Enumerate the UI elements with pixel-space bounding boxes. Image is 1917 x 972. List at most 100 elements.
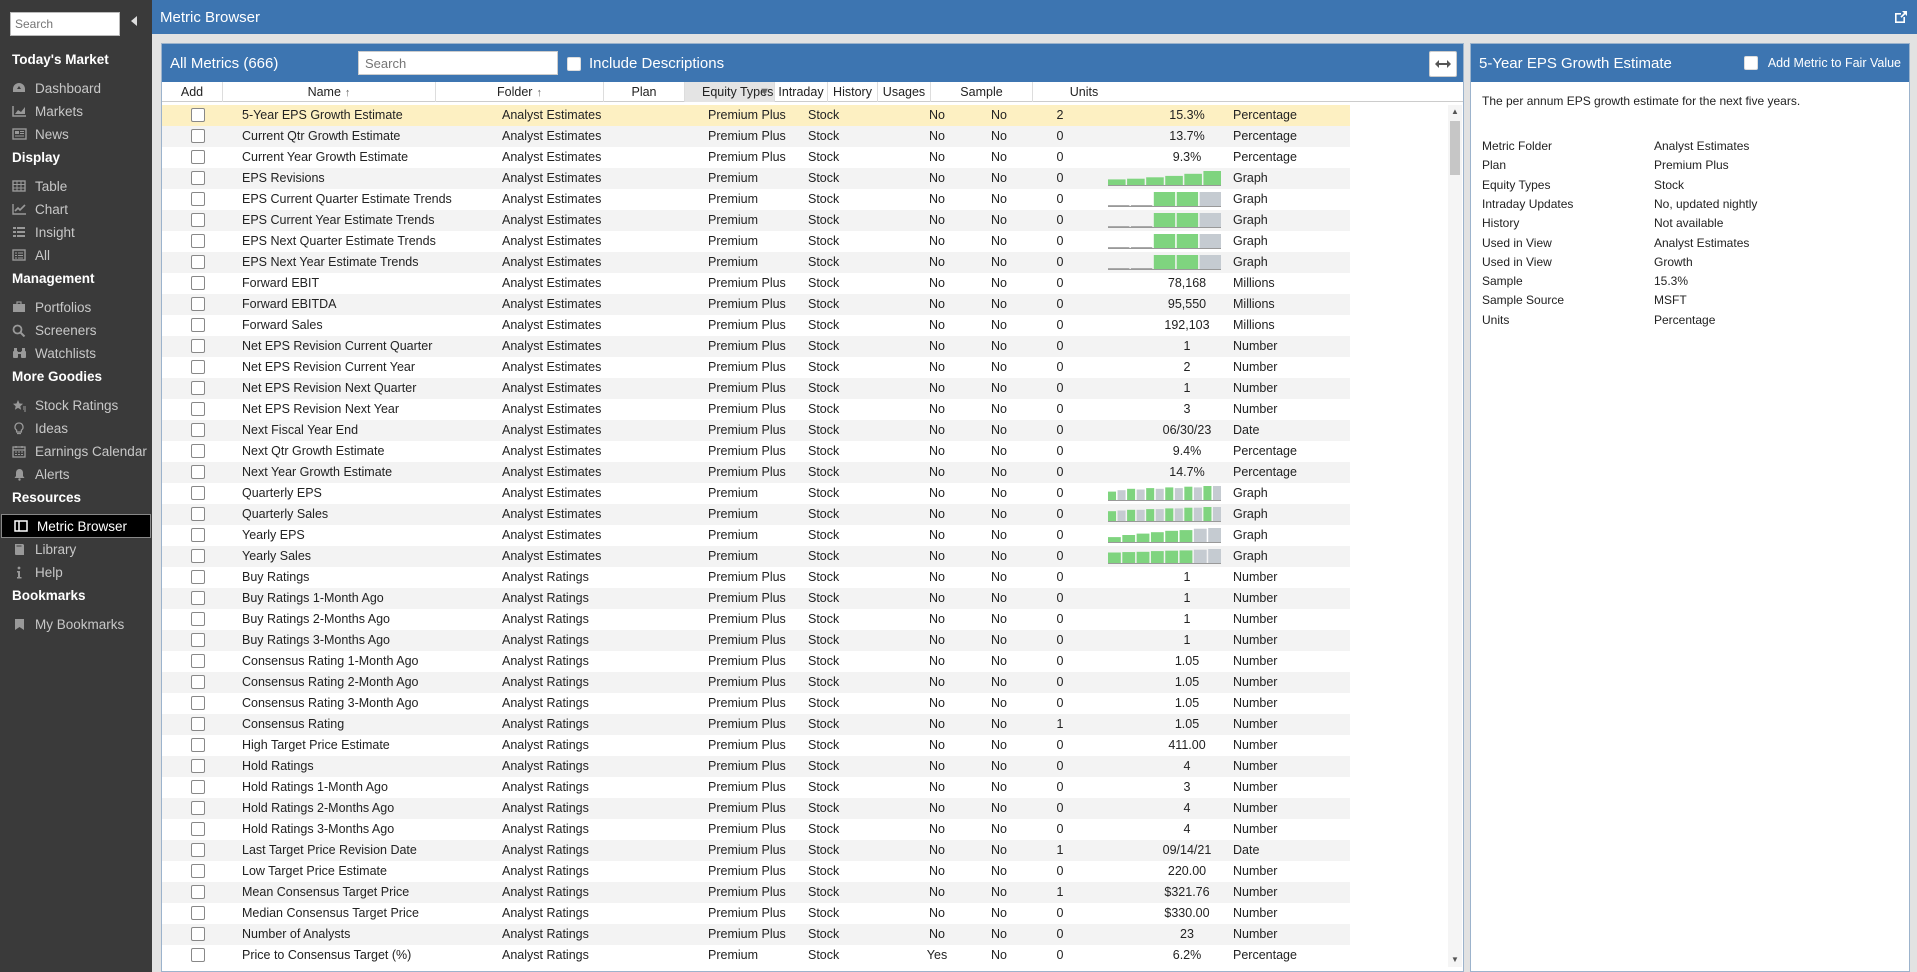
column-units[interactable]: Units [1033, 82, 1135, 102]
table-row[interactable]: Median Consensus Target Price Analyst Rat… [162, 903, 1350, 924]
add-metric-checkbox[interactable] [191, 906, 205, 920]
add-metric-checkbox[interactable] [191, 759, 205, 773]
table-row[interactable]: Buy Ratings 1-Month Ago Analyst Ratings Pr… [162, 588, 1350, 609]
add-metric-checkbox[interactable] [191, 444, 205, 458]
table-row[interactable]: Quarterly EPS Analyst Estimates Premium Sto… [162, 483, 1350, 504]
table-row[interactable]: Current Year Growth Estimate Analyst Esti… [162, 147, 1350, 168]
table-row[interactable]: EPS Next Year Estimate Trends Analyst Est… [162, 252, 1350, 273]
table-row[interactable]: Buy Ratings Analyst Ratings Premium Plus St… [162, 567, 1350, 588]
table-row[interactable]: Consensus Rating 2-Month Ago Analyst Rati… [162, 672, 1350, 693]
sidebar-item-dashboard[interactable]: Dashboard [0, 76, 152, 100]
table-row[interactable]: Low Target Price Estimate Analyst Ratings… [162, 861, 1350, 882]
add-metric-checkbox[interactable] [191, 234, 205, 248]
sidebar-item-metric-browser[interactable]: Metric Browser [1, 514, 151, 538]
table-row[interactable]: Hold Ratings 3-Months Ago Analyst Ratings… [162, 819, 1350, 840]
add-metric-checkbox[interactable] [191, 129, 205, 143]
add-metric-checkbox[interactable] [191, 465, 205, 479]
add-metric-checkbox[interactable] [191, 612, 205, 626]
table-row[interactable]: Net EPS Revision Current Quarter Analyst … [162, 336, 1350, 357]
add-metric-checkbox[interactable] [191, 927, 205, 941]
column-history[interactable]: History [828, 82, 878, 102]
add-metric-checkbox[interactable] [191, 738, 205, 752]
table-row[interactable]: Consensus Rating 3-Month Ago Analyst Rati… [162, 693, 1350, 714]
column-usages[interactable]: Usages [878, 82, 931, 102]
add-metric-checkbox[interactable] [191, 423, 205, 437]
add-metric-checkbox[interactable] [191, 654, 205, 668]
add-metric-checkbox[interactable] [191, 717, 205, 731]
column-intraday[interactable]: Intraday [775, 82, 828, 102]
add-metric-checkbox[interactable] [191, 948, 205, 962]
add-metric-checkbox[interactable] [191, 885, 205, 899]
sidebar-item-insight[interactable]: Insight [0, 220, 152, 244]
add-metric-checkbox[interactable] [191, 507, 205, 521]
scroll-up-arrow-icon[interactable]: ▲ [1448, 105, 1462, 119]
add-metric-checkbox[interactable] [191, 108, 205, 122]
add-metric-checkbox[interactable] [191, 864, 205, 878]
sidebar-item-portfolios[interactable]: Portfolios [0, 295, 152, 319]
column-sample[interactable]: Sample [931, 82, 1033, 102]
table-row[interactable]: Current Qtr Growth Estimate Analyst Estim… [162, 126, 1350, 147]
table-row[interactable]: Yearly Sales Analyst Estimates Premium Stoc… [162, 546, 1350, 567]
add-metric-checkbox[interactable] [191, 297, 205, 311]
add-metric-checkbox[interactable] [191, 633, 205, 647]
table-row[interactable]: Next Year Growth Estimate Analyst Estimat… [162, 462, 1350, 483]
add-metric-checkbox[interactable] [191, 213, 205, 227]
table-row[interactable]: EPS Next Quarter Estimate Trends Analyst … [162, 231, 1350, 252]
add-metric-checkbox[interactable] [191, 276, 205, 290]
add-to-fair-value-toggle[interactable]: Add Metric to Fair Value [1743, 56, 1901, 70]
add-metric-checkbox[interactable] [191, 360, 205, 374]
sidebar-item-news[interactable]: News [0, 122, 152, 146]
metric-search-input[interactable] [358, 51, 558, 75]
table-row[interactable]: Consensus Rating Analyst Ratings Premium P… [162, 714, 1350, 735]
table-row[interactable]: 5-Year EPS Growth Estimate Analyst Estima… [162, 105, 1350, 126]
table-row[interactable]: Price to Consensus Target (%) Analyst Rat… [162, 945, 1350, 966]
add-metric-checkbox[interactable] [191, 171, 205, 185]
add-metric-checkbox[interactable] [191, 486, 205, 500]
column-plan[interactable]: Plan [604, 82, 685, 102]
sidebar-item-table[interactable]: Table [0, 174, 152, 198]
add-metric-checkbox[interactable] [191, 150, 205, 164]
table-row[interactable]: Net EPS Revision Next Year Analyst Estima… [162, 399, 1350, 420]
add-metric-checkbox[interactable] [191, 696, 205, 710]
add-metric-checkbox[interactable] [191, 318, 205, 332]
add-metric-checkbox[interactable] [191, 255, 205, 269]
add-metric-checkbox[interactable] [191, 192, 205, 206]
table-row[interactable]: Next Qtr Growth Estimate Analyst Estimate… [162, 441, 1350, 462]
sidebar-item-chart[interactable]: Chart [0, 197, 152, 221]
sidebar-item-ideas[interactable]: Ideas [0, 416, 152, 440]
table-row[interactable]: Hold Ratings Analyst Ratings Premium Plus S… [162, 756, 1350, 777]
table-row[interactable]: Last Target Price Revision Date Analyst R… [162, 840, 1350, 861]
add-metric-checkbox[interactable] [191, 780, 205, 794]
table-row[interactable]: Number of Analysts Analyst Ratings Premium… [162, 924, 1350, 945]
sidebar-item-watchlists[interactable]: Watchlists [0, 341, 152, 365]
column-name[interactable]: Name ↑ [223, 82, 436, 102]
scroll-down-arrow-icon[interactable]: ▼ [1448, 953, 1462, 967]
add-metric-checkbox[interactable] [191, 402, 205, 416]
table-row[interactable]: Forward Sales Analyst Estimates Premium Pl… [162, 315, 1350, 336]
sidebar-item-my-bookmarks[interactable]: My Bookmarks [0, 612, 152, 636]
add-to-fair-value-checkbox[interactable] [1743, 56, 1758, 70]
external-link-icon[interactable] [1893, 9, 1909, 25]
table-row[interactable]: Buy Ratings 3-Months Ago Analyst Ratings P… [162, 630, 1350, 651]
sidebar-item-help[interactable]: Help [0, 560, 152, 584]
table-row[interactable]: Consensus Rating 1-Month Ago Analyst Rati… [162, 651, 1350, 672]
table-row[interactable]: Net EPS Revision Next Quarter Analyst Est… [162, 378, 1350, 399]
expand-width-button[interactable] [1429, 51, 1457, 77]
table-row[interactable]: Hold Ratings 1-Month Ago Analyst Ratings P… [162, 777, 1350, 798]
add-metric-checkbox[interactable] [191, 822, 205, 836]
sidebar-item-earnings-calendar[interactable]: Earnings Calendar [0, 439, 152, 463]
add-metric-checkbox[interactable] [191, 591, 205, 605]
sidebar-item-markets[interactable]: Markets [0, 99, 152, 123]
table-row[interactable]: Buy Ratings 2-Months Ago Analyst Ratings P… [162, 609, 1350, 630]
filter-dropdown-icon[interactable]: ▼ [759, 82, 770, 102]
table-row[interactable]: Forward EBIT Analyst Estimates Premium Plu… [162, 273, 1350, 294]
include-descriptions-checkbox[interactable] [567, 56, 581, 71]
add-metric-checkbox[interactable] [191, 549, 205, 563]
table-row[interactable]: EPS Revisions Analyst Estimates Premium Sto… [162, 168, 1350, 189]
add-metric-checkbox[interactable] [191, 339, 205, 353]
column-equity-types[interactable]: Equity Types ▼ [685, 82, 775, 102]
table-row[interactable]: Forward EBITDA Analyst Estimates Premium P… [162, 294, 1350, 315]
table-row[interactable]: Mean Consensus Target Price Analyst Ratin… [162, 882, 1350, 903]
sidebar-item-stock-ratings[interactable]: Stock Ratings [0, 393, 152, 417]
add-metric-checkbox[interactable] [191, 843, 205, 857]
